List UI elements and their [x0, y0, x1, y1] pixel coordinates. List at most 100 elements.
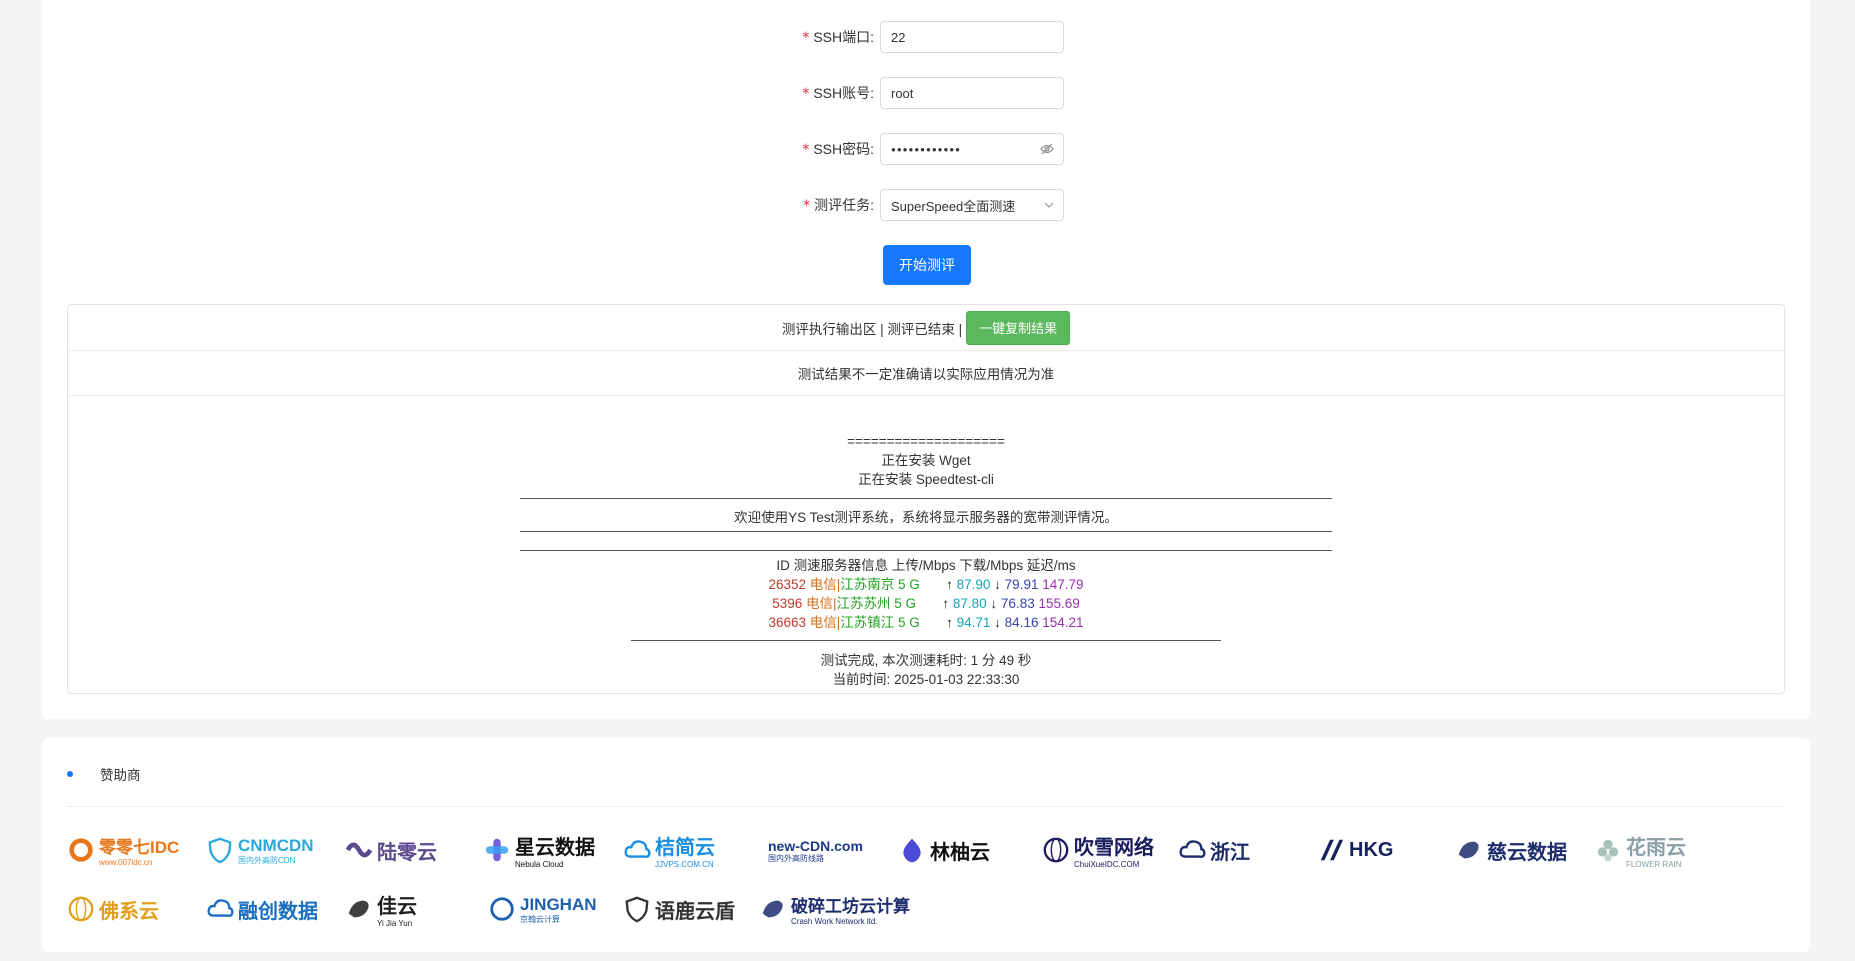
sponsor-logo[interactable]: 破碎工坊云计算 Crash Work Network ltd.: [759, 889, 910, 929]
sponsor-logo-text: 星云数据 Nebula Cloud: [515, 831, 595, 869]
sponsor-logo-icon: [762, 900, 783, 918]
sponsor-logo-subtitle: 国内外高防CDN: [238, 855, 296, 865]
log-separator: ====================: [847, 434, 1005, 449]
sponsor-logo-name: 佳云: [377, 896, 417, 918]
sponsor-divider: [67, 806, 1785, 807]
sponsor-logo-subtitle: Nebula Cloud: [515, 860, 564, 869]
sponsor-logo-name: 佛系云: [99, 900, 159, 923]
sponsor-logo-icon: [485, 838, 509, 862]
sponsor-logo-icon: [1179, 840, 1206, 858]
sponsor-logo[interactable]: 花雨云 FLOWER RAIN: [1594, 830, 1712, 870]
sponsor-logo-name: JINGHAN: [520, 894, 597, 914]
speed-table-header: ID 测速服务器信息 上传/Mbps 下载/Mbps 延迟/ms: [776, 558, 1076, 573]
sponsor-logo-text: 破碎工坊云计算 Crash Work Network ltd.: [791, 892, 910, 926]
sponsor-logo-icon: [208, 837, 232, 864]
sponsor-logo-subtitle: Yi Jia Yun: [377, 919, 413, 928]
sponsor-logo-text: CNMCDN 国内外高防CDN: [238, 836, 314, 865]
log-install-speedtest: 正在安装 Speedtest-cli: [858, 472, 994, 487]
output-panel: 测评执行输出区 | 测评已结束 | 一键复制结果 测试结果不一定准确请以实际应用…: [67, 304, 1785, 694]
bullet-icon: [67, 771, 73, 777]
chevron-down-icon[interactable]: [1044, 201, 1054, 209]
sponsor-logo[interactable]: 吹雪网络 ChuiXueIDC.COM: [1042, 830, 1158, 870]
sponsor-logo-icon: [345, 842, 373, 858]
sponsor-logo-icon: [68, 896, 94, 922]
sponsor-logo-name: new-CDN.com: [768, 837, 863, 854]
ssh-password-wrapper: [880, 133, 1064, 165]
sponsor-logo-name: CNMCDN: [238, 835, 314, 855]
log-current-time: 当前时间: 2025-01-03 22:33:30: [832, 672, 1020, 687]
sponsor-logo-icon: [69, 838, 93, 862]
sponsor-logo-icon: [348, 900, 369, 918]
sponsor-logo[interactable]: JINGHAN 京翰云计算: [488, 889, 597, 929]
speed-table-row: 5396 电信|江苏苏州 5 G ↑ 87.80 ↓ 76.83 155.69: [772, 596, 1080, 611]
sponsor-logo-text: 花雨云 FLOWER RAIN: [1626, 831, 1686, 869]
sponsor-logo-subtitle: FLOWER RAIN: [1626, 860, 1682, 869]
form-row-ssh-port: * SSH端口:: [700, 21, 1064, 53]
sponsor-logo-name: 融创数据: [238, 900, 318, 923]
sponsor-logo-subtitle: www.007idc.cn: [99, 858, 153, 867]
sponsor-logo-name: 吹雪网络: [1074, 837, 1154, 859]
sponsor-logo[interactable]: 慈云数据: [1455, 830, 1575, 870]
sponsor-logo-subtitle: JJVPS.COM.CN: [655, 860, 714, 869]
sponsor-logo[interactable]: 林柚云: [898, 830, 1022, 870]
ssh-port-label: * SSH端口:: [802, 29, 874, 46]
form-row-ssh-user: * SSH账号:: [700, 77, 1064, 109]
sponsor-logo[interactable]: 融创数据: [206, 889, 324, 929]
sponsor-logo[interactable]: 零零七IDC www.007idc.cn: [67, 830, 185, 870]
task-select-value[interactable]: SuperSpeed全面测速: [880, 189, 1064, 221]
speed-table-row: 36663 电信|江苏镇江 5 G ↑ 94.71 ↓ 84.16 154.21: [768, 615, 1084, 630]
sponsor-logo-text: 吹雪网络 ChuiXueIDC.COM: [1074, 831, 1154, 869]
start-evaluation-button[interactable]: 开始测评: [883, 245, 971, 285]
eye-hidden-icon[interactable]: [1040, 143, 1054, 155]
sponsor-logo[interactable]: 星云数据 Nebula Cloud: [483, 830, 607, 870]
sponsor-logo-icon: [207, 899, 234, 917]
sponsor-title: 赞助商: [100, 768, 141, 783]
sponsor-logo[interactable]: new-CDN.com 国内外高防线路: [768, 830, 872, 870]
sponsor-logo[interactable]: 桔简云 JJVPS.COM.CN: [623, 830, 741, 870]
sponsor-logo-text: 语鹿云盾: [655, 895, 735, 924]
sponsor-logo-text: 浙江: [1210, 836, 1250, 865]
ssh-port-input[interactable]: [880, 21, 1064, 53]
speed-table-row: 26352 电信|江苏南京 5 G ↑ 87.90 ↓ 79.91 147.79: [768, 577, 1084, 592]
sponsor-logo-name: HKG: [1349, 838, 1394, 861]
sponsor-logo-name: 星云数据: [515, 837, 595, 859]
sponsor-logo-name: 破碎工坊云计算: [791, 897, 910, 916]
copy-results-button[interactable]: 一键复制结果: [966, 310, 1071, 345]
sponsor-logo-subtitle: 国内外高防线路: [768, 853, 824, 863]
sponsor-logo[interactable]: 陆零云: [345, 830, 463, 870]
sponsor-logo[interactable]: 佛系云: [67, 889, 189, 929]
log-welcome: 欢迎使用YS Test测评系统，系统将显示服务器的宽带测评情况。: [734, 510, 1118, 525]
ssh-user-label: * SSH账号:: [802, 85, 874, 102]
sponsor-logo-subtitle: Crash Work Network ltd.: [791, 917, 878, 926]
sponsor-logo-text: HKG: [1349, 839, 1393, 862]
sponsor-logo[interactable]: 佳云 Yi Jia Yun: [345, 889, 463, 929]
sponsor-logo-name: 陆零云: [377, 841, 437, 864]
ssh-password-input[interactable]: [880, 133, 1064, 165]
sponsor-logo[interactable]: 语鹿云盾: [623, 889, 741, 929]
log-install-wget: 正在安装 Wget: [881, 453, 971, 468]
output-notice: 测试结果不一定准确请以实际应用情况为准: [68, 351, 1784, 396]
sponsor-logo-name: 林柚云: [930, 841, 990, 864]
sponsor-logo-subtitle: 京翰云计算: [520, 914, 560, 924]
sponsor-logo[interactable]: HKG: [1317, 830, 1435, 870]
ssh-user-input[interactable]: [880, 77, 1064, 109]
sponsor-logo-text: new-CDN.com 国内外高防线路: [768, 838, 863, 863]
output-status-text: 测评执行输出区 | 测评已结束 |: [781, 321, 963, 337]
sponsor-logo-text: 零零七IDC www.007idc.cn: [99, 833, 179, 867]
sponsor-logo-text: JINGHAN 京翰云计算: [520, 895, 597, 924]
output-header: 测评执行输出区 | 测评已结束 | 一键复制结果: [68, 305, 1784, 351]
sponsor-logo-icon: [625, 896, 649, 923]
sponsor-logo-text: 林柚云: [930, 836, 990, 865]
sponsor-logo-text: 慈云数据: [1487, 836, 1567, 865]
sponsor-logo-name: 语鹿云盾: [655, 900, 735, 923]
sponsor-logo-text: 陆零云: [377, 836, 437, 865]
sponsor-logo-text: 融创数据: [238, 895, 318, 924]
sponsor-logo-text: 佳云 Yi Jia Yun: [377, 890, 417, 928]
sponsor-logo-icon: [1320, 839, 1344, 861]
sponsor-logo-text: 佛系云: [99, 895, 159, 924]
sponsor-logo[interactable]: 浙江: [1178, 830, 1300, 870]
sponsor-logo[interactable]: CNMCDN 国内外高防CDN: [206, 830, 324, 870]
sponsor-logo-icon: [903, 838, 921, 863]
form-row-ssh-password: * SSH密码:: [700, 133, 1064, 165]
task-select[interactable]: SuperSpeed全面测速: [880, 189, 1064, 221]
